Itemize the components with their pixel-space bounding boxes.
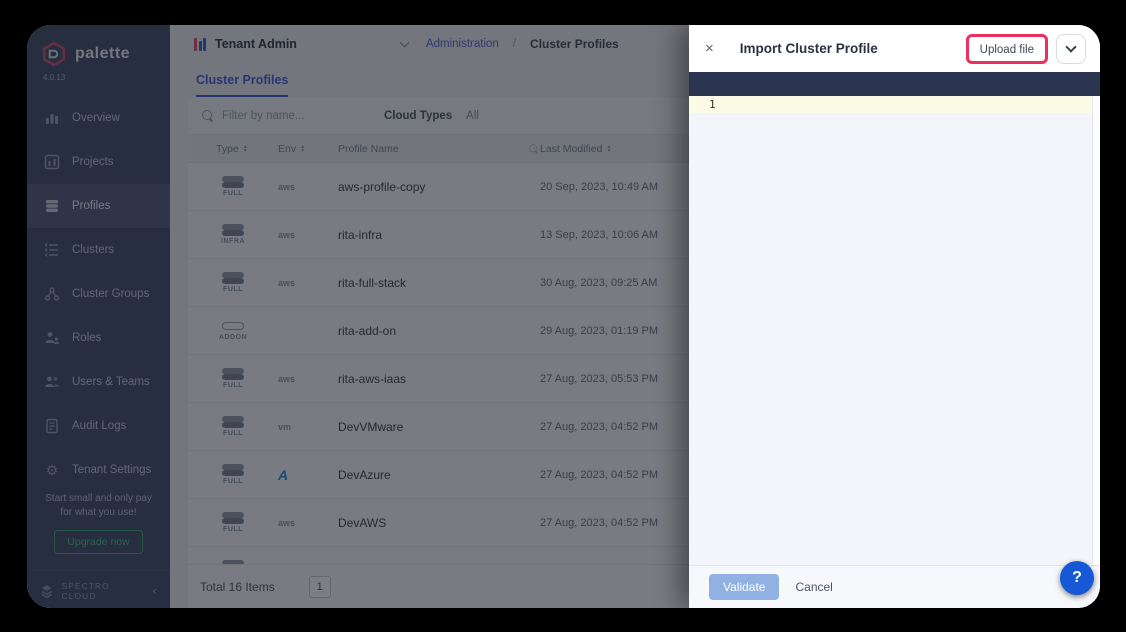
upload-file-highlight: Upload file [966,34,1048,64]
drawer-header: × Import Cluster Profile Upload file [689,25,1100,72]
line-number: 1 [709,98,716,111]
chevron-down-icon [1065,41,1076,52]
editor-scrollbar[interactable] [1092,96,1100,565]
editor-toolbar [689,72,1100,96]
upload-file-button[interactable]: Upload file [980,44,1034,56]
close-icon[interactable]: × [705,40,714,57]
yaml-editor[interactable]: 1 [689,96,1100,565]
drawer-title: Import Cluster Profile [740,41,878,56]
import-cluster-profile-drawer: × Import Cluster Profile Upload file 1 V… [689,25,1100,608]
editor-active-line [689,96,1092,113]
help-button[interactable]: ? [1060,561,1094,595]
validate-button[interactable]: Validate [709,574,779,600]
chevron-down-button[interactable] [1056,34,1086,64]
drawer-footer: Validate Cancel [689,565,1100,608]
cancel-button[interactable]: Cancel [795,580,832,594]
screen: palette 4.0.13 Overview Projects Profile… [0,0,1126,632]
